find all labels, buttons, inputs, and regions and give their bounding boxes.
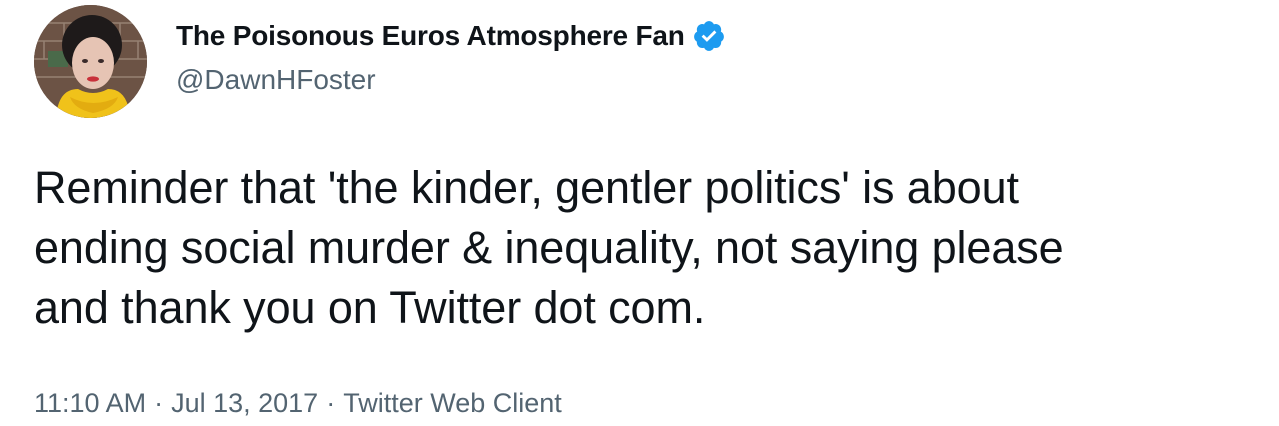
separator: · [326, 388, 336, 418]
tweet-source[interactable]: Twitter Web Client [343, 388, 562, 419]
separator: · [154, 388, 164, 418]
tweet-time[interactable]: 11:10 AM [34, 388, 146, 419]
user-handle[interactable]: @DawnHFoster [176, 64, 726, 96]
avatar[interactable] [34, 5, 147, 118]
tweet-metadata: 11:10 AM · Jul 13, 2017 · Twitter Web Cl… [34, 388, 562, 419]
tweet-card: The Poisonous Euros Atmosphere Fan @Dawn… [0, 0, 1279, 426]
tweet-text: Reminder that 'the kinder, gentler polit… [34, 162, 1064, 333]
author-block: The Poisonous Euros Atmosphere Fan @Dawn… [176, 18, 726, 96]
verified-badge-icon [692, 19, 726, 53]
profile-photo-icon [34, 5, 147, 118]
tweet-date[interactable]: Jul 13, 2017 [171, 388, 318, 419]
display-name[interactable]: The Poisonous Euros Atmosphere Fan [176, 20, 685, 52]
name-row: The Poisonous Euros Atmosphere Fan [176, 18, 726, 54]
